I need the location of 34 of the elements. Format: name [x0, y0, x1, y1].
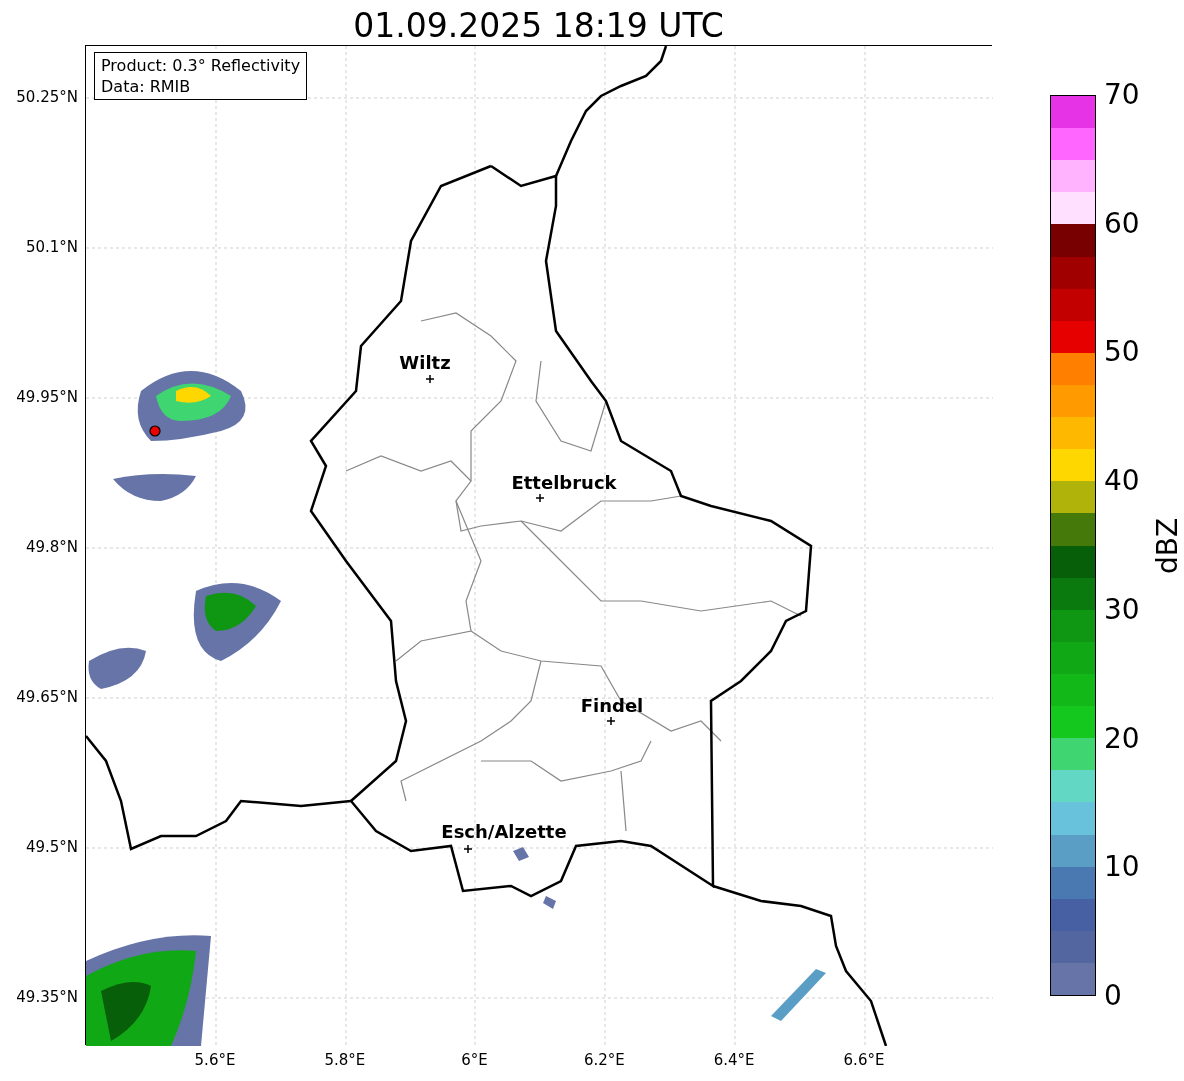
info-text: Data: RMIB — [101, 76, 192, 97]
colorbar-tick-label: 10 — [1104, 851, 1140, 884]
city-marker-icon — [464, 845, 472, 853]
latitude-tick-label: 49.35°N — [16, 988, 78, 1006]
city-label: Findel — [580, 696, 644, 716]
radar-site-marker — [149, 425, 161, 437]
longitude-tick-label: 6°E — [461, 1051, 488, 1069]
city-marker-icon — [536, 494, 544, 502]
longitude-tick-label: 5.8°E — [324, 1051, 366, 1069]
latitude-tick-label: 49.8°N — [25, 538, 78, 556]
colorbar-label: dBZ — [1152, 517, 1184, 575]
colorbar-tick-label: 50 — [1104, 336, 1140, 369]
longitude-tick-label: 6.2°E — [583, 1051, 625, 1069]
colorbar-tick-label: 20 — [1104, 722, 1140, 755]
chart-title: 01.09.2025 18:19 UTC — [352, 5, 725, 47]
longitude-tick-label: 6.4°E — [713, 1051, 755, 1069]
colorbar-tick-label: 40 — [1104, 465, 1140, 498]
colorbar-tick-label: 60 — [1104, 207, 1140, 240]
city-marker-icon — [426, 375, 434, 383]
colorbar-tick-label: 70 — [1104, 79, 1140, 111]
colorbar-tick-label: 0 — [1104, 980, 1122, 1012]
latitude-tick-label: 49.5°N — [25, 838, 78, 856]
longitude-tick-label: 5.6°E — [194, 1051, 236, 1069]
city-label: Esch/Alzette — [441, 822, 567, 842]
city-marker-icon — [607, 717, 615, 725]
colorbar-tick-label: 30 — [1104, 593, 1140, 626]
latitude-tick-label: 50.25°N — [16, 88, 78, 106]
info-text: Product: 0.3° Reflectivity — [101, 55, 301, 76]
latitude-tick-label: 50.1°N — [25, 238, 78, 256]
city-label: Ettelbruck — [511, 473, 617, 493]
longitude-tick-label: 6.6°E — [843, 1051, 885, 1069]
latitude-tick-label: 49.95°N — [16, 388, 78, 406]
city-label: Wiltz — [399, 353, 451, 373]
latitude-tick-label: 49.65°N — [16, 688, 78, 706]
